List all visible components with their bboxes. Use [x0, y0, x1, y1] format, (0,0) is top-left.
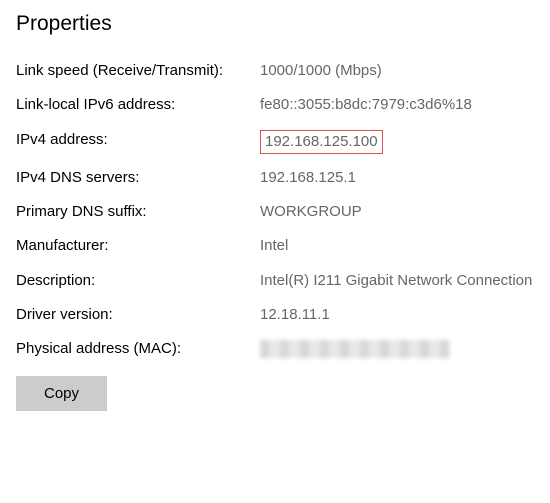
value-manufacturer: Intel: [260, 229, 534, 263]
row-dns-suffix: Primary DNS suffix: WORKGROUP: [16, 195, 534, 229]
label-dns-suffix: Primary DNS suffix:: [16, 195, 260, 229]
row-dns: IPv4 DNS servers: 192.168.125.1: [16, 161, 534, 195]
row-manufacturer: Manufacturer: Intel: [16, 229, 534, 263]
properties-table: Link speed (Receive/Transmit): 1000/1000…: [16, 54, 534, 366]
value-description: Intel(R) I211 Gigabit Network Connection: [260, 264, 534, 298]
row-link-speed: Link speed (Receive/Transmit): 1000/1000…: [16, 54, 534, 88]
value-ipv6: fe80::3055:b8dc:7979:c3d6%18: [260, 88, 534, 122]
value-dns-suffix: WORKGROUP: [260, 195, 534, 229]
value-driver: 12.18.11.1: [260, 298, 534, 332]
page-title: Properties: [16, 12, 534, 36]
copy-button[interactable]: Copy: [16, 376, 107, 411]
value-mac: [260, 332, 534, 366]
label-mac: Physical address (MAC):: [16, 332, 260, 366]
row-description: Description: Intel(R) I211 Gigabit Netwo…: [16, 264, 534, 298]
row-ipv4: IPv4 address: 192.168.125.100: [16, 123, 534, 161]
label-ipv6: Link-local IPv6 address:: [16, 88, 260, 122]
value-link-speed: 1000/1000 (Mbps): [260, 54, 534, 88]
label-driver: Driver version:: [16, 298, 260, 332]
label-link-speed: Link speed (Receive/Transmit):: [16, 54, 260, 88]
value-ipv4-wrapper: 192.168.125.100: [260, 123, 534, 161]
row-mac: Physical address (MAC):: [16, 332, 534, 366]
row-driver: Driver version: 12.18.11.1: [16, 298, 534, 332]
value-ipv4: 192.168.125.100: [260, 130, 383, 154]
value-dns: 192.168.125.1: [260, 161, 534, 195]
label-dns: IPv4 DNS servers:: [16, 161, 260, 195]
redacted-icon: [260, 340, 450, 358]
label-description: Description:: [16, 264, 260, 298]
label-manufacturer: Manufacturer:: [16, 229, 260, 263]
label-ipv4: IPv4 address:: [16, 123, 260, 161]
row-ipv6: Link-local IPv6 address: fe80::3055:b8dc…: [16, 88, 534, 122]
